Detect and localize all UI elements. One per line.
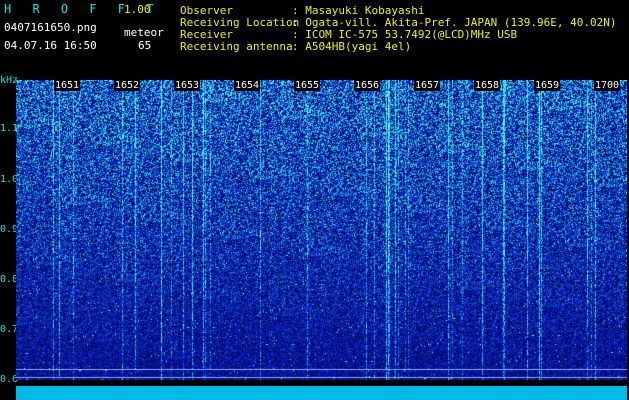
x-tick-label: 1651 — [54, 80, 81, 91]
meteor-count: 65 — [138, 39, 152, 52]
spectrogram-plot — [16, 80, 627, 380]
signal-baseline-bar — [16, 386, 627, 400]
x-tick-label: 1658 — [474, 80, 501, 91]
image-filename: 0407161650.png — [4, 21, 97, 34]
info-value-antenna: : A504HB(yagi 4el) — [292, 40, 412, 53]
x-tick-label: 1654 — [234, 80, 261, 91]
x-tick-label: 1657 — [414, 80, 441, 91]
x-tick-label: 1659 — [534, 80, 561, 91]
waterfall-canvas — [16, 80, 627, 380]
capture-datetime: 04.07.16 16:50 — [4, 39, 97, 52]
x-tick-label: 1653 — [174, 80, 201, 91]
x-tick-label: 1656 — [354, 80, 381, 91]
info-label-antenna: Receiving antenna — [180, 40, 293, 53]
mode-label: meteor — [124, 26, 164, 39]
x-tick-label: 1700 — [594, 80, 621, 91]
x-tick-label: 1652 — [114, 80, 141, 91]
x-tick-label: 1655 — [294, 80, 321, 91]
app-version: 1.00 — [124, 3, 151, 16]
header-panel: H R O F F T 1.00 0407161650.png meteor 0… — [0, 0, 629, 72]
